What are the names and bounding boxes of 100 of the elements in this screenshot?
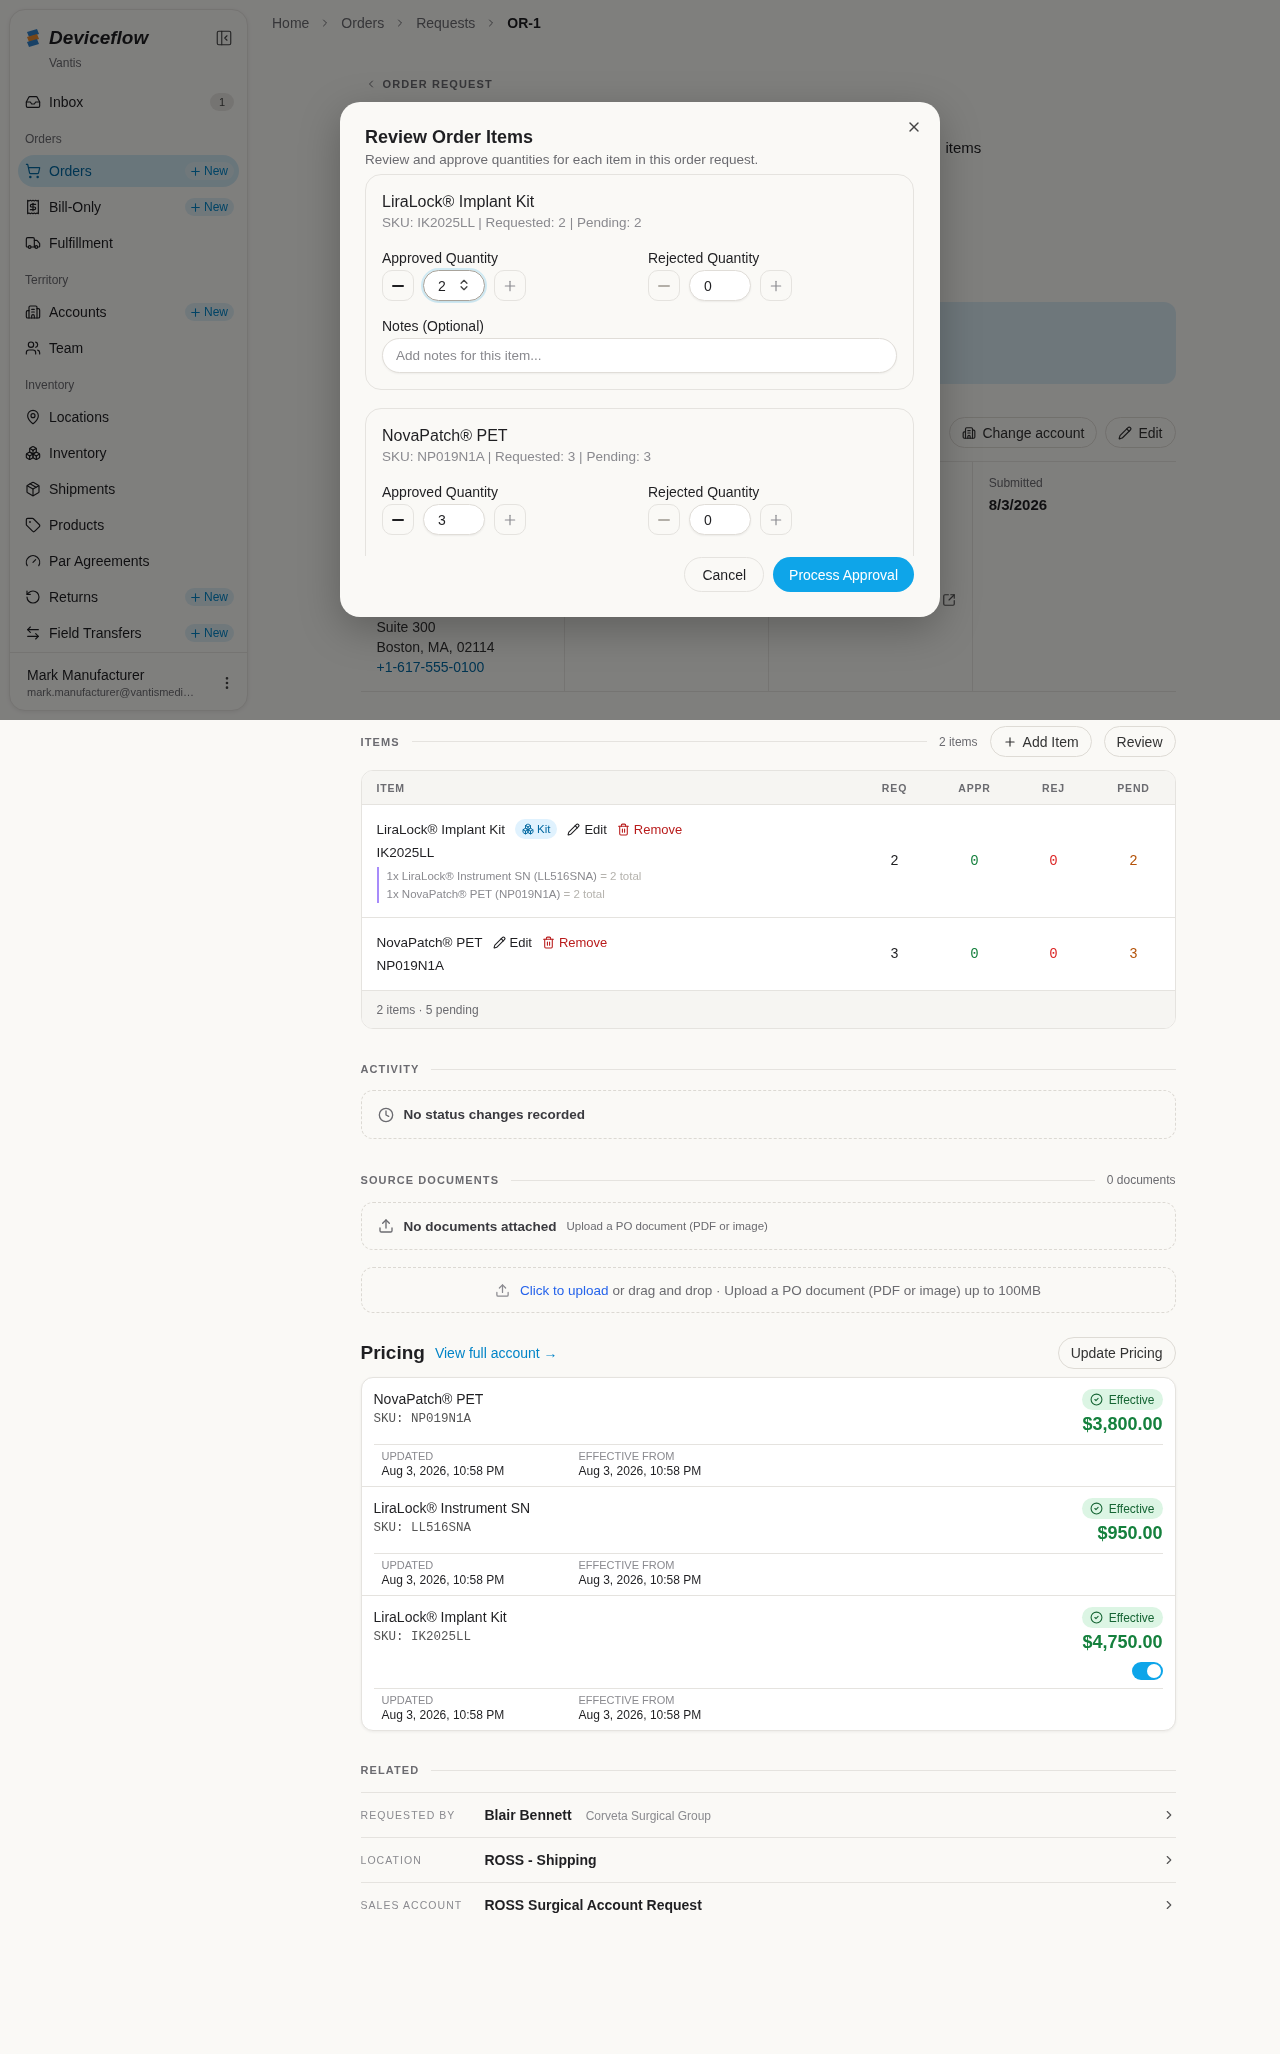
product-name: LiraLock® Instrument SN (373, 1499, 531, 1518)
swap-arrows-icon (25, 625, 41, 641)
cancel-button[interactable]: Cancel (684, 557, 765, 592)
quantity-field[interactable]: 3 (423, 504, 485, 535)
related-label: REQUESTED BY (360, 1809, 457, 1821)
meta-label: UPDATED (381, 1559, 435, 1571)
meta-label: EFFECTIVE FROM (578, 1559, 676, 1571)
undo-icon (25, 589, 41, 605)
collapse-sidebar-button[interactable] (215, 29, 233, 47)
column-header: ITEM (375, 781, 406, 794)
pencil-icon (492, 935, 506, 949)
add-item-button[interactable]: Add Item (989, 726, 1092, 757)
plus-icon (189, 164, 202, 178)
quantity-field[interactable]: 2 (423, 270, 485, 301)
update-pricing-button[interactable]: Update Pricing (1057, 1337, 1176, 1369)
breadcrumb-link[interactable]: OR-1 (507, 15, 541, 31)
minus-icon (658, 284, 670, 287)
quantity-cell-text: 0 (1048, 946, 1059, 962)
meta-value: Aug 3, 2026, 10:58 PM (381, 1464, 506, 1478)
meta-value: Aug 3, 2026, 10:58 PM (381, 1573, 506, 1587)
dialog-subtitle: Review and approve quantities for each item in this order request. (365, 151, 760, 169)
column-header: REQ (880, 781, 909, 794)
kit-label: Kit (537, 823, 551, 835)
nav-item[interactable]: Field Transfers New (18, 617, 239, 649)
nav-item[interactable]: Inbox 1 (18, 86, 239, 118)
submitted-date: 8/3/2026 (988, 496, 1049, 513)
upload-dropzone[interactable]: Click to upload or drag and drop · Upload a PO document (PDF or image) up to 100MB (360, 1267, 1176, 1313)
change-account-button[interactable]: Change account (949, 417, 1098, 448)
remove-button[interactable]: Remove (541, 934, 608, 950)
nav-item[interactable]: Par Agreements (18, 545, 239, 577)
nav-item[interactable]: Accounts New (18, 296, 239, 328)
check-circle-icon (1089, 1502, 1103, 1515)
quantity-field[interactable]: 0 (689, 270, 751, 301)
meta-value: Aug 3, 2026, 10:58 PM (578, 1708, 703, 1722)
header-text: items (944, 139, 983, 157)
upload-link[interactable]: Click to upload (520, 1282, 609, 1298)
edit-button[interactable]: Edit (567, 821, 607, 837)
inbox-icon (25, 94, 41, 110)
column-header: REJ (1041, 781, 1066, 794)
nav-item[interactable]: Inventory (18, 437, 239, 469)
meta-label: UPDATED (381, 1450, 435, 1462)
section-label: Inventory (24, 377, 76, 394)
breadcrumb-link[interactable]: Orders (341, 15, 385, 31)
building-icon (25, 304, 41, 320)
process-approval-button[interactable]: Process Approval (773, 557, 914, 592)
review-button[interactable]: Review (1103, 726, 1176, 757)
meta-value: Aug 3, 2026, 10:58 PM (578, 1573, 703, 1587)
user-name: Mark Manufacturer (27, 667, 146, 683)
decrement-button[interactable] (382, 504, 414, 535)
component-line: 1x NovaPatch® PET (NP019N1A) = 2 total (386, 887, 606, 902)
empty-message: No status changes recorded (403, 1107, 586, 1122)
section-label: Territory (24, 272, 70, 289)
external-link-icon[interactable] (941, 593, 956, 607)
plus-icon (1002, 734, 1017, 749)
plus-icon (189, 590, 202, 604)
remove-button[interactable]: Remove (616, 821, 683, 837)
nav-item[interactable]: Bill-Only New (18, 191, 239, 223)
item-sku: NP019N1A (376, 957, 446, 975)
package-icon (25, 481, 41, 497)
quantity-field[interactable]: 0 (689, 504, 751, 535)
product-sku: SKU: IK2025LL (373, 1630, 473, 1644)
related-link[interactable]: Blair Bennett (484, 1807, 572, 1823)
meta-label: EFFECTIVE FROM (578, 1450, 676, 1462)
quantity-cell-text: 0 (969, 946, 980, 962)
breadcrumb-link[interactable]: Requests (416, 15, 476, 31)
status-text: Effective (1108, 1610, 1155, 1625)
notes-field[interactable]: Add notes for this item... (382, 338, 897, 373)
tag-icon (25, 517, 41, 533)
minus-icon (392, 518, 404, 521)
document-count: 0 documents (1106, 1173, 1176, 1187)
trash-icon (616, 822, 630, 836)
view-account-link[interactable]: View full account → (434, 1345, 1048, 1361)
truck-icon (25, 235, 41, 251)
decrement-button[interactable] (382, 270, 414, 301)
quantity-cell-text: 2 (1128, 853, 1139, 869)
phone-link[interactable]: +1-617-555-0100 (376, 657, 549, 677)
nav-item[interactable]: Products (18, 509, 239, 541)
nav-item[interactable]: Locations (18, 401, 239, 433)
gauge-icon (25, 553, 41, 569)
item-meta: SKU: IK2025LL | Requested: 2 | Pending: 2 (382, 214, 643, 232)
nav-item[interactable]: Fulfillment (18, 227, 239, 259)
section-title: RELATED (360, 1764, 420, 1776)
toggle-switch[interactable] (1131, 1662, 1163, 1680)
meta-value: Aug 3, 2026, 10:58 PM (578, 1464, 703, 1478)
product-sku: SKU: NP019N1A (373, 1412, 473, 1426)
edit-button[interactable]: Edit (492, 934, 532, 950)
back-link[interactable]: ORDER REQUEST (360, 78, 493, 90)
pencil-icon (567, 822, 581, 836)
breadcrumb-link[interactable]: Home (272, 15, 310, 31)
nav-item[interactable]: Shipments (18, 473, 239, 505)
product-name: NovaPatch® PET (373, 1390, 484, 1409)
nav-item[interactable]: Returns New (18, 581, 239, 613)
edit-button[interactable]: Edit (1105, 417, 1176, 448)
related-link[interactable]: ROSS Surgical Account Request (484, 1897, 702, 1913)
nav-item[interactable]: Orders New (18, 155, 239, 187)
section-title: Pricing (360, 1342, 425, 1364)
quantity-cell-text: 2 (889, 853, 900, 869)
nav-item[interactable]: Team (18, 332, 239, 364)
upload-icon (495, 1282, 510, 1298)
related-link[interactable]: ROSS - Shipping (484, 1852, 597, 1868)
